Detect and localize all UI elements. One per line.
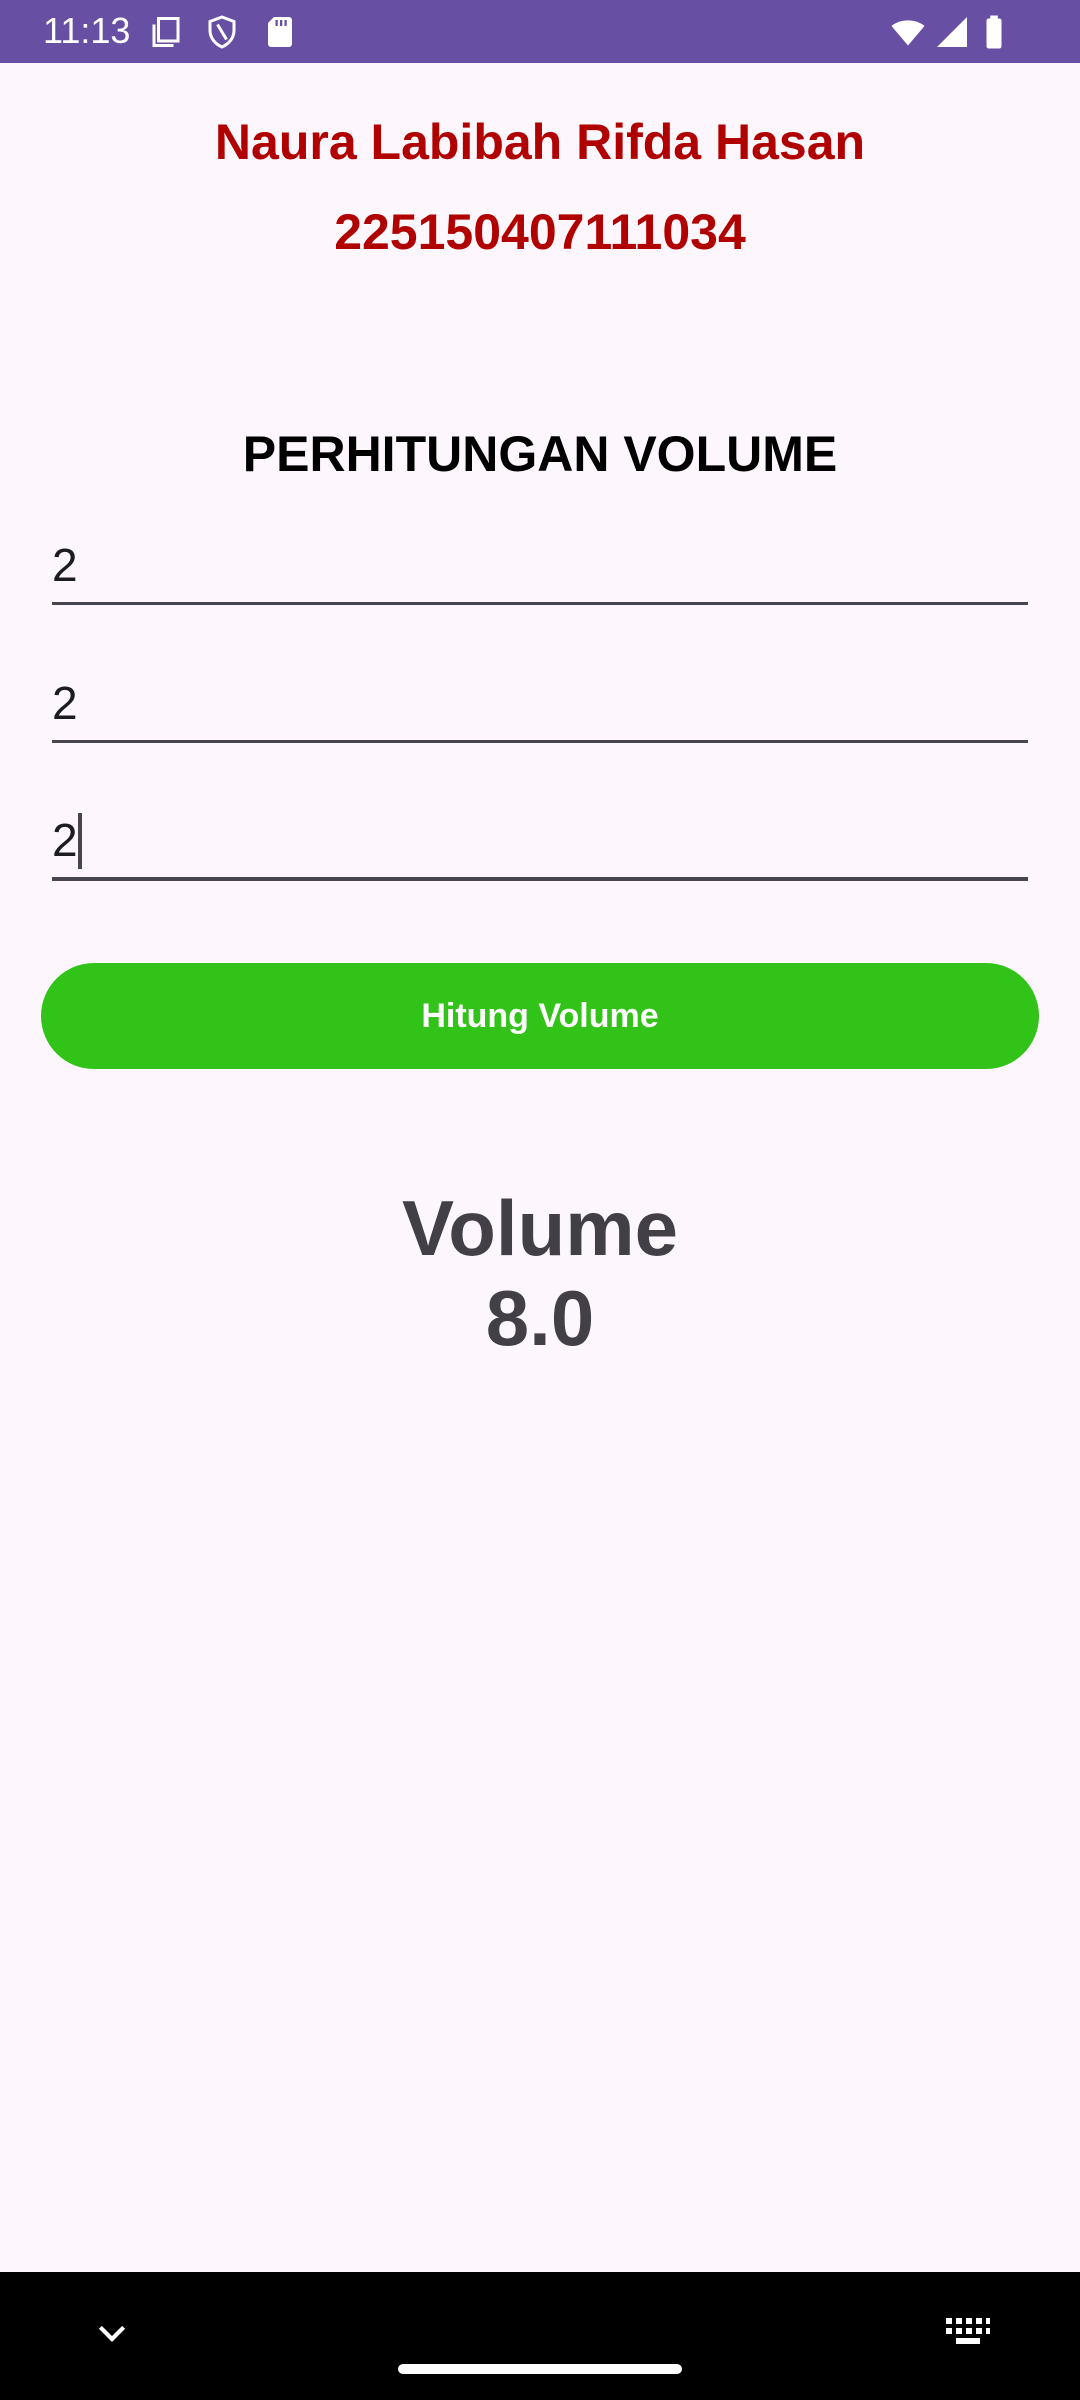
width-input[interactable] xyxy=(52,676,1028,730)
wifi-icon xyxy=(888,14,928,50)
height-field[interactable] xyxy=(52,809,1028,881)
height-input[interactable] xyxy=(52,813,1028,867)
status-time: 11:13 xyxy=(43,10,131,51)
home-handle[interactable] xyxy=(398,2364,682,2374)
result-value: 8.0 xyxy=(485,1274,595,1362)
battery-icon xyxy=(982,14,1006,50)
calculate-volume-button[interactable]: Hitung Volume xyxy=(41,963,1039,1069)
keyboard-icon[interactable] xyxy=(944,2312,992,2352)
signal-icon xyxy=(934,14,970,50)
result-label: Volume xyxy=(402,1184,678,1272)
student-id: 225150407111034 xyxy=(334,204,746,260)
length-field[interactable] xyxy=(52,533,1028,605)
status-bar: 11:13 xyxy=(0,0,1080,63)
text-cursor xyxy=(78,813,82,869)
length-input[interactable] xyxy=(52,538,1028,592)
app-content: Naura Labibah Rifda Hasan 22515040711103… xyxy=(0,63,1080,2272)
copy-icon xyxy=(148,14,184,50)
chevron-down-icon[interactable] xyxy=(92,2314,132,2354)
navigation-bar xyxy=(0,2272,1080,2400)
page-title: PERHITUNGAN VOLUME xyxy=(242,426,838,482)
shield-icon xyxy=(204,14,240,50)
width-field[interactable] xyxy=(52,671,1028,743)
sd-card-icon xyxy=(262,14,298,50)
student-name: Naura Labibah Rifda Hasan xyxy=(214,114,866,170)
